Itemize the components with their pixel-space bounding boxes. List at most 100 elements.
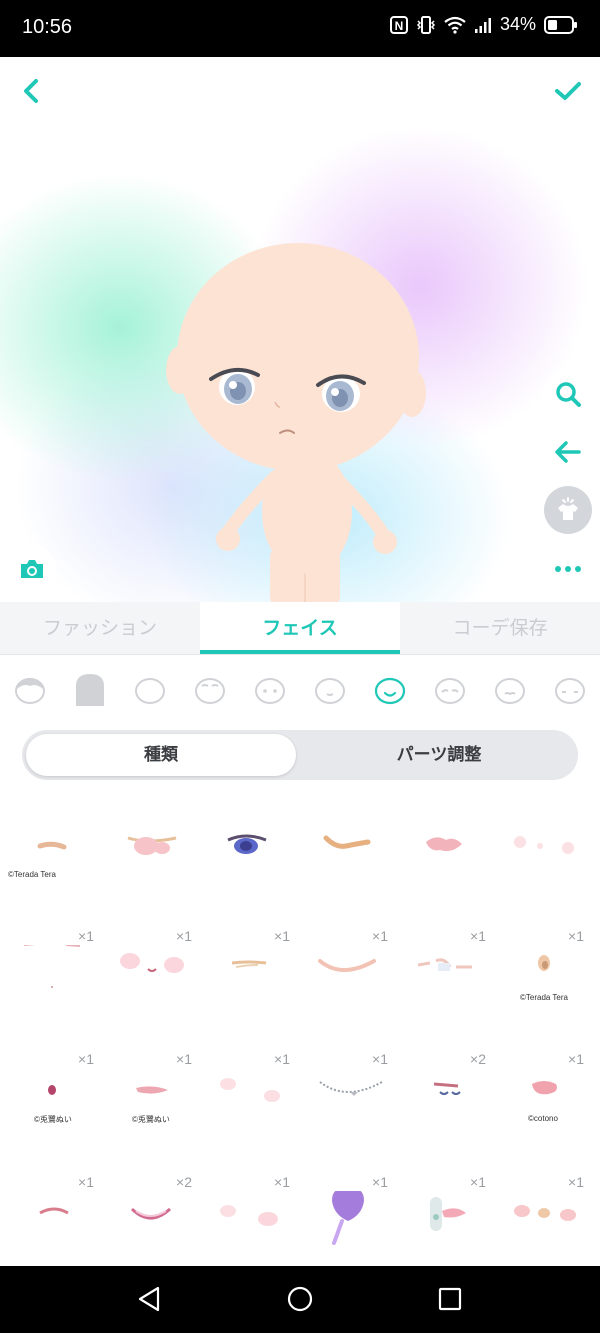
item-credit: ©Terada Tera [8, 870, 56, 879]
item-count: ×1 [470, 928, 486, 944]
type-option[interactable]: 種類 [26, 734, 296, 776]
more-button[interactable] [544, 545, 592, 593]
closed-eyes-category-icon[interactable] [314, 674, 346, 706]
mouth-part-icon [318, 959, 376, 972]
part-item[interactable]: ×1 [490, 822, 588, 944]
part-item[interactable]: ×1 [294, 1191, 392, 1266]
wifi-icon [444, 16, 466, 34]
face-category-bar [0, 660, 600, 720]
part-item[interactable]: ©cotono ×1 [490, 1068, 588, 1190]
nav-back-icon[interactable] [136, 1285, 164, 1313]
part-item[interactable]: ©兎鷺ぬい ×2 [98, 1068, 196, 1190]
mouth-part-icon [39, 1207, 69, 1215]
item-credit: ©Terada Tera [520, 993, 568, 1002]
item-count: ×2 [470, 1051, 486, 1067]
parts-grid: ©Terada Tera ×1 ×1 ×1 ×1 ×1 ×1 ×1 ×1 ×1 … [0, 800, 600, 1266]
part-item[interactable]: ×1 [0, 945, 98, 1067]
part-item[interactable]: ×1 [196, 1191, 294, 1266]
shirt-icon [558, 497, 578, 520]
part-item[interactable]: ×1 [294, 945, 392, 1067]
eyebrows-category-icon[interactable] [194, 674, 226, 706]
parts-adjust-option[interactable]: パーツ調整 [304, 734, 574, 776]
blush-part-icon [127, 836, 177, 855]
part-item[interactable]: ×1 [98, 1191, 196, 1266]
part-item[interactable]: ×1 [392, 1191, 490, 1266]
part-item[interactable]: ©兎鷺ぬい ×1 [0, 1068, 98, 1190]
part-item[interactable]: ×1 [392, 822, 490, 944]
cheek-part-icon [426, 837, 462, 852]
item-count: ×1 [274, 1174, 290, 1190]
item-count: ×1 [78, 928, 94, 944]
item-count: ×1 [78, 1174, 94, 1190]
eye-part-icon [417, 958, 472, 971]
part-item[interactable]: ×1 [392, 1068, 490, 1190]
battery-icon [544, 15, 577, 34]
eye-part-icon [227, 834, 267, 854]
part-item[interactable]: ×1 [490, 1191, 588, 1266]
part-item[interactable]: ×1 [196, 822, 294, 944]
part-item[interactable]: ×1 [196, 945, 294, 1067]
item-count: ×1 [568, 928, 584, 944]
part-item[interactable]: ×1 [196, 1068, 294, 1190]
search-button[interactable] [544, 370, 592, 418]
part-item[interactable]: ×2 [392, 945, 490, 1067]
necklace-part-icon [319, 1081, 383, 1096]
part-item[interactable]: ©Terada Tera ×1 [490, 945, 588, 1067]
item-count: ×1 [78, 1051, 94, 1067]
item-count: ×1 [176, 1051, 192, 1067]
camera-button[interactable] [8, 545, 56, 593]
nose-category-icon[interactable] [494, 674, 526, 706]
mouth-part-icon [130, 1207, 172, 1220]
arrow-left-icon [555, 441, 581, 463]
more-dots-icon [555, 566, 581, 572]
item-count: ×1 [274, 1051, 290, 1067]
undo-button[interactable] [544, 428, 592, 476]
search-icon [556, 382, 581, 407]
status-time: 10:56 [22, 16, 73, 38]
signal-icon [474, 17, 491, 33]
item-credit: ©兎鷺ぬい [132, 1115, 170, 1124]
blush-part-icon [220, 1205, 278, 1226]
avatar-stage [0, 57, 600, 602]
battery-percent: 34% [499, 14, 536, 34]
part-item[interactable]: ×1 [0, 1191, 98, 1266]
item-count: ×1 [470, 1174, 486, 1190]
type-adjust-toggle: 種類 パーツ調整 [22, 730, 578, 780]
item-count: ×1 [372, 1051, 388, 1067]
blush-part-icon [514, 1205, 576, 1221]
status-icons: N 34% [389, 14, 578, 35]
nfc-icon: N [389, 15, 408, 34]
mouth-category-icon[interactable] [374, 674, 406, 706]
blush-part-icon [514, 836, 574, 854]
nav-home-icon[interactable] [286, 1285, 314, 1313]
svg-text:N: N [395, 19, 404, 33]
part-item[interactable]: ×1 [98, 822, 196, 944]
eyebrow-part-icon [323, 835, 371, 849]
avatar [166, 243, 426, 602]
nav-recents-icon[interactable] [436, 1285, 464, 1313]
part-item[interactable]: ×1 [294, 822, 392, 944]
cheeks-category-icon[interactable] [554, 674, 586, 706]
part-item[interactable]: ×1 [294, 1068, 392, 1190]
item-count: ×1 [274, 928, 290, 944]
eye-part-icon [24, 945, 81, 988]
item-count: ×1 [568, 1051, 584, 1067]
status-bar: 10:56 N 34% [0, 0, 600, 57]
item-count: ×1 [176, 928, 192, 944]
blush-part-icon [120, 953, 184, 973]
tab-fashion[interactable]: ファッション [0, 602, 200, 654]
blush-part-icon [220, 1078, 280, 1102]
sad-eyes-category-icon[interactable] [434, 674, 466, 706]
hair-category-icon[interactable] [73, 672, 107, 708]
tabs-divider [0, 654, 600, 655]
tab-coordinate-save[interactable]: コーデ保存 [400, 602, 600, 654]
outfit-toggle-button[interactable] [544, 486, 592, 534]
head-category-icon[interactable] [14, 674, 46, 706]
face-shape-category-icon[interactable] [134, 674, 166, 706]
item-count: ×1 [372, 1174, 388, 1190]
tab-face[interactable]: フェイス [200, 602, 400, 654]
item-count: ×1 [372, 928, 388, 944]
part-item[interactable]: ×1 [98, 945, 196, 1067]
part-item[interactable]: ©Terada Tera ×1 [0, 822, 98, 944]
eyes-category-icon[interactable] [254, 674, 286, 706]
